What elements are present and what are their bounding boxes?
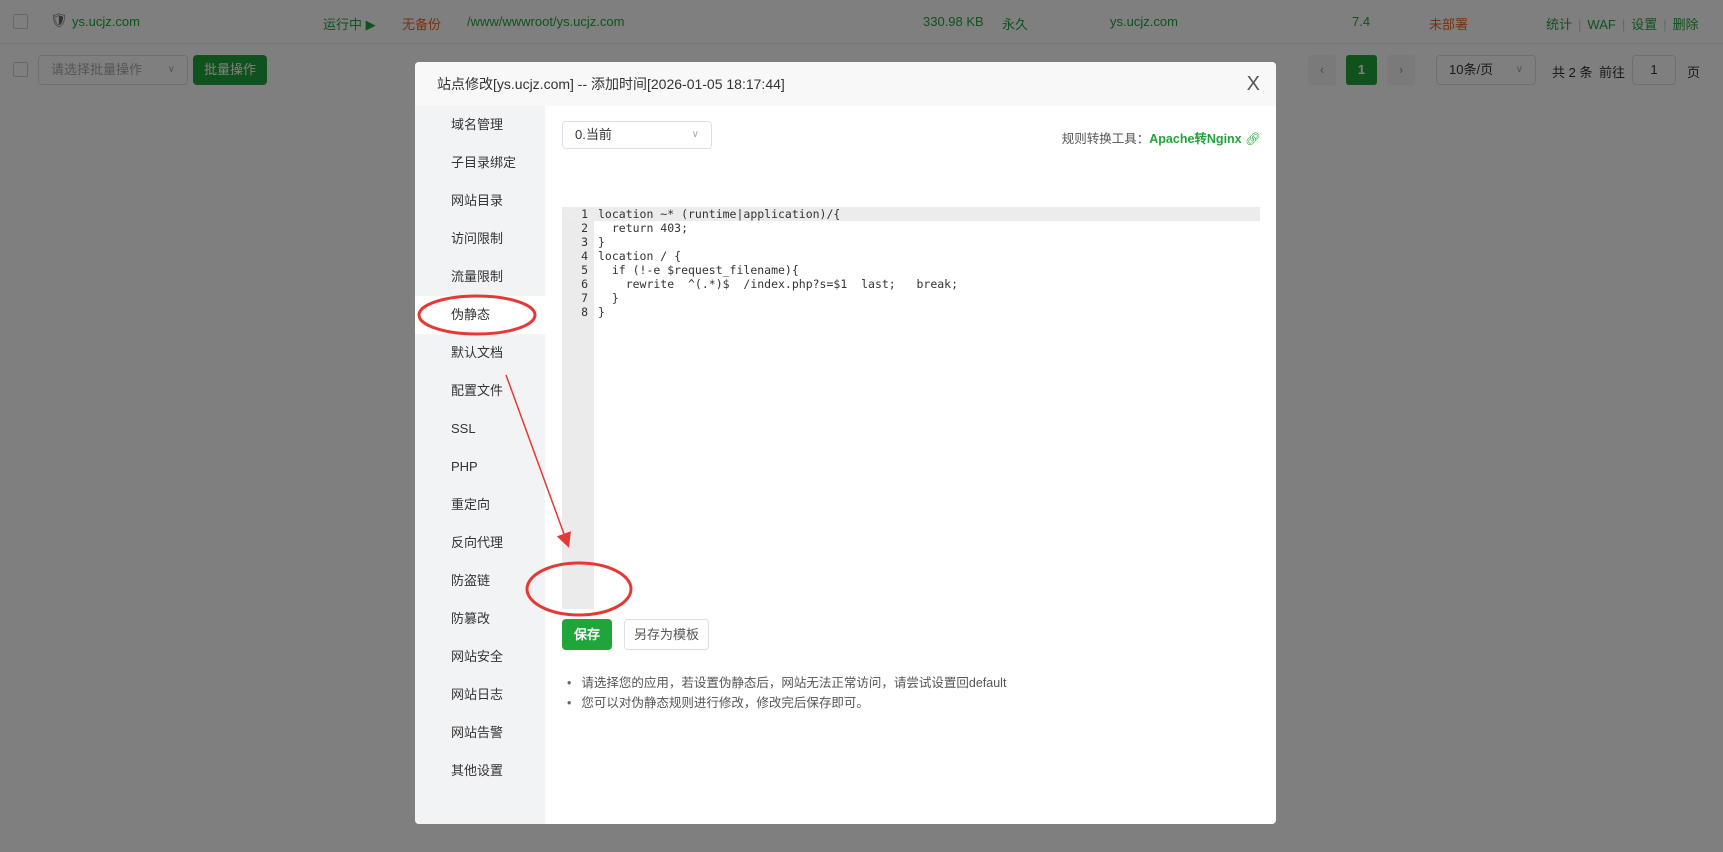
- annotation-layer: [417, 294, 633, 617]
- annotation-arrow: [505, 374, 571, 548]
- annotation-circle-rewrite: [417, 294, 537, 336]
- annotation-circle-save: [525, 561, 633, 617]
